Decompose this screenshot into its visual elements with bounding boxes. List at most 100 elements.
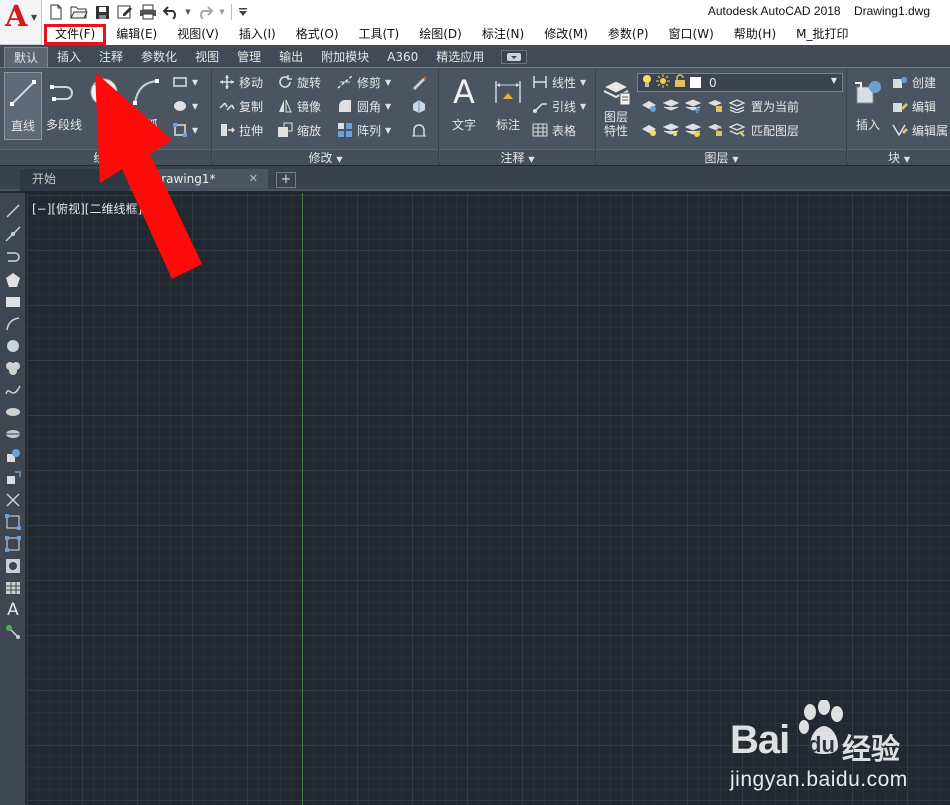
layer-dropdown[interactable]: 0 ▼	[637, 73, 843, 92]
undo-dropdown-icon[interactable]: ▼	[184, 2, 192, 22]
tab-featured-apps[interactable]: 精选应用	[427, 47, 493, 67]
tool-insert-block[interactable]	[3, 446, 23, 466]
layer-lock-icon[interactable]	[707, 98, 723, 114]
tool-arc[interactable]	[3, 314, 23, 334]
undo-icon[interactable]	[161, 2, 181, 22]
tool-spline[interactable]	[3, 380, 23, 400]
mirror-icon	[277, 98, 293, 114]
menu-edit[interactable]: 编辑(E)	[106, 24, 167, 45]
match-layer-icon[interactable]	[729, 122, 745, 138]
line-button[interactable]: 直线	[4, 72, 42, 140]
tool-ellipse-arc[interactable]	[3, 424, 23, 444]
set-current-label[interactable]: 置为当前	[751, 98, 799, 115]
panel-block-title[interactable]: 块 ▼	[848, 149, 950, 165]
tool-polyline[interactable]	[3, 247, 23, 267]
layer-off-icon[interactable]	[641, 98, 657, 114]
tool-construction-line[interactable]	[3, 224, 23, 244]
scale-button[interactable]: 缩放	[277, 120, 321, 140]
panel-layers-title[interactable]: 图层 ▼	[597, 149, 846, 165]
close-icon[interactable]: ✕	[249, 169, 258, 189]
open-folder-icon[interactable]	[69, 2, 89, 22]
match-layer-label[interactable]: 匹配图层	[751, 122, 799, 139]
panel-modify-title[interactable]: 修改 ▼	[213, 149, 438, 165]
offset-button[interactable]	[411, 120, 427, 140]
create-block-button[interactable]: 创建	[892, 72, 936, 92]
layer-freeze-icon[interactable]	[685, 98, 701, 114]
trim-button[interactable]: 修剪 ▼	[337, 72, 391, 92]
polyline-button[interactable]: 多段线	[44, 72, 84, 136]
make-current-icon[interactable]	[729, 98, 745, 114]
text-icon: A	[453, 73, 475, 111]
redo-icon[interactable]	[195, 2, 215, 22]
menu-parametric[interactable]: 参数(P)	[598, 24, 659, 45]
tool-region[interactable]	[3, 556, 23, 576]
menu-modify[interactable]: 修改(M)	[534, 24, 598, 45]
linear-button[interactable]: 线性 ▼	[532, 72, 586, 92]
menu-view[interactable]: 视图(V)	[167, 24, 229, 45]
layer-color-swatch	[690, 77, 701, 88]
menu-help[interactable]: 帮助(H)	[724, 24, 786, 45]
rotate-button[interactable]: 旋转	[277, 72, 321, 92]
insert-block-button[interactable]: 插入	[850, 72, 886, 136]
redo-dropdown-icon[interactable]: ▼	[218, 2, 226, 22]
tool-hatch[interactable]	[3, 512, 23, 532]
tab-home[interactable]: 默认	[4, 47, 49, 67]
tab-output[interactable]: 输出	[270, 47, 312, 67]
tool-make-block[interactable]	[3, 468, 23, 488]
tab-addins[interactable]: 附加模块	[312, 47, 378, 67]
customize-qat-icon[interactable]	[237, 2, 249, 22]
menu-draw[interactable]: 绘图(D)	[409, 24, 472, 45]
dimension-button[interactable]: 标注	[488, 72, 528, 136]
edit-block-button[interactable]: 编辑	[892, 96, 936, 116]
tool-ellipse[interactable]	[3, 402, 23, 422]
explode-button[interactable]	[411, 96, 427, 116]
menu-file[interactable]: 文件(F)	[44, 24, 107, 45]
layer-properties-button[interactable]: 图层 特性	[599, 72, 633, 138]
tool-polygon[interactable]	[3, 270, 23, 290]
layer-unlock-icon[interactable]	[707, 122, 723, 138]
array-button[interactable]: 阵列 ▼	[337, 120, 391, 140]
ribbon-minimize-toggle[interactable]	[501, 50, 528, 64]
tab-manage[interactable]: 管理	[228, 47, 270, 67]
plot-printer-icon[interactable]	[138, 2, 158, 22]
tool-multiline-text[interactable]: A	[3, 600, 23, 620]
save-as-icon[interactable]	[115, 2, 135, 22]
tool-add-selected[interactable]	[3, 622, 23, 642]
mirror-button[interactable]: 镜像	[277, 96, 321, 116]
tool-table[interactable]	[3, 578, 23, 598]
layer-unisolate-icon[interactable]	[663, 122, 679, 138]
tool-rectangle[interactable]	[3, 292, 23, 312]
fillet-button[interactable]: 圆角 ▼	[337, 96, 391, 116]
table-button[interactable]: 表格	[532, 120, 576, 140]
scale-icon	[277, 122, 293, 138]
save-icon[interactable]	[92, 2, 112, 22]
layer-isolate-icon[interactable]	[663, 98, 679, 114]
tool-line[interactable]	[3, 201, 23, 221]
layer-properties-label-line1: 图层	[603, 110, 628, 124]
menu-format[interactable]: 格式(O)	[286, 24, 349, 45]
layer-on-icon[interactable]	[641, 122, 657, 138]
edit-attributes-button[interactable]: 编辑属	[892, 120, 948, 140]
line-label: 直线	[10, 119, 35, 133]
chevron-down-icon: ▼	[580, 101, 587, 111]
line-icon	[5, 75, 41, 111]
menu-window[interactable]: 窗口(W)	[659, 24, 724, 45]
text-button[interactable]: A 文字	[444, 72, 484, 136]
tool-circle[interactable]	[3, 336, 23, 356]
menu-batch-plot[interactable]: M_批打印	[786, 24, 858, 45]
tab-a360[interactable]: A360	[378, 47, 427, 67]
leader-button[interactable]: 引线 ▼	[532, 96, 586, 116]
title-bar: ▼ ▼ Autodesk AutoCAD 2018 Drawing1.dwg	[0, 0, 950, 24]
layer-thaw-icon[interactable]	[685, 122, 701, 138]
menu-dimension[interactable]: 标注(N)	[472, 24, 534, 45]
application-menu-button[interactable]: A ▼	[0, 0, 42, 45]
erase-button[interactable]	[411, 72, 427, 92]
menu-tools[interactable]: 工具(T)	[349, 24, 410, 45]
tool-revision-cloud[interactable]	[3, 358, 23, 378]
new-drawing-tab-button[interactable]: +	[276, 172, 296, 188]
panel-annotation-title[interactable]: 注释 ▼	[440, 149, 595, 165]
new-file-icon[interactable]	[46, 2, 66, 22]
tool-point[interactable]	[3, 490, 23, 510]
menu-insert[interactable]: 插入(I)	[229, 24, 286, 45]
tool-gradient[interactable]	[3, 534, 23, 554]
